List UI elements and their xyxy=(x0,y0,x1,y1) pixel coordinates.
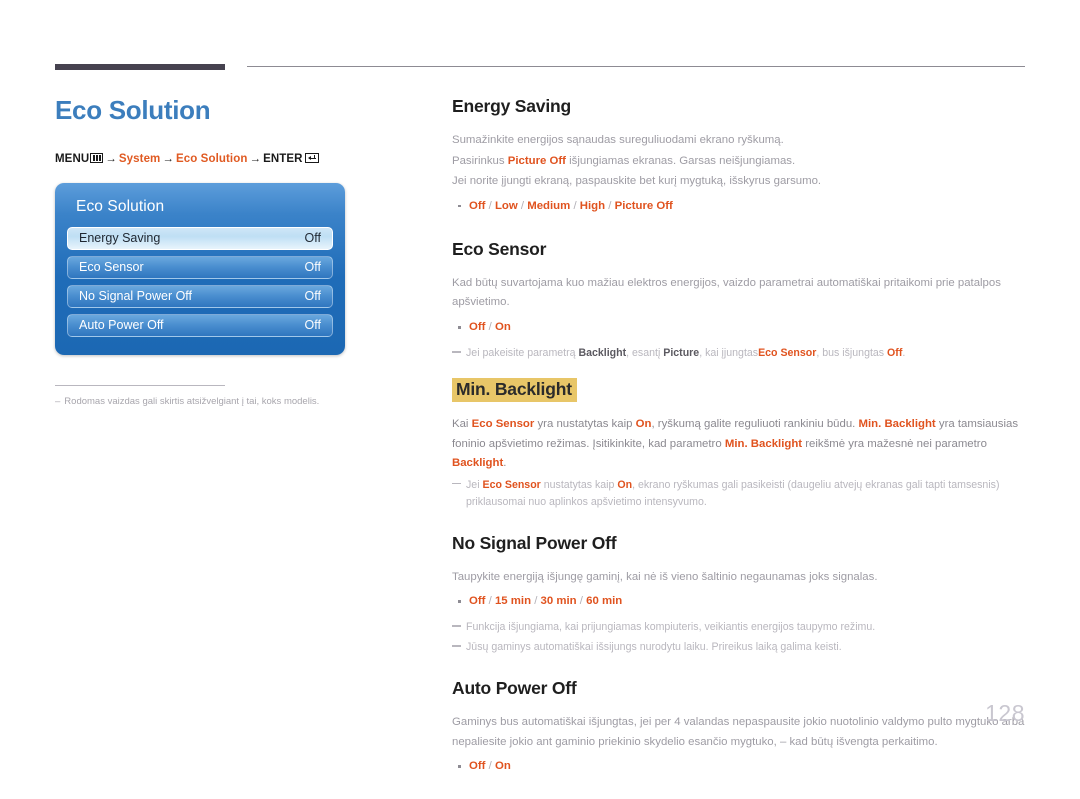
text-run: yra nustatytas kaip xyxy=(534,417,636,430)
text-run: Kai xyxy=(452,417,472,430)
note-eco-sensor-backlight: Jei pakeisite parametrą Backlight, esant… xyxy=(452,345,1028,362)
breadcrumb-arrow-2: → xyxy=(162,152,174,165)
section-heading: Auto Power Off xyxy=(452,678,577,699)
section-heading: Energy Saving xyxy=(452,96,571,116)
section-heading: Eco Sensor xyxy=(452,238,547,259)
option-60-min: 60 min xyxy=(586,595,623,608)
left-footnote: – Rodomas vaizdas gali skirtis atsižvelgi… xyxy=(55,384,400,409)
enter-return-icon xyxy=(304,152,319,163)
section-paragraph: Gaminys bus automatiškai išjungtas, jei … xyxy=(452,716,1025,748)
option-on: On xyxy=(494,760,511,773)
osd-row-energy-saving[interactable]: Energy Saving Off xyxy=(67,226,333,250)
note-min-backlight: Jei Eco Sensor nustatytas kaip On, ekran… xyxy=(452,477,1028,511)
left-column: Eco Solution MENU → System → Eco Solution → EN… xyxy=(55,96,400,408)
page-title: Eco Solution xyxy=(55,95,211,125)
breadcrumb-arrow-3: → xyxy=(249,152,262,165)
keyword-picture: Picture xyxy=(663,346,700,359)
page-number: 128 xyxy=(985,700,1025,726)
osd-row-label: No Signal Power Off xyxy=(79,289,193,304)
keyword-eco-sensor: Eco Sensor xyxy=(471,417,535,430)
section-auto-power-off: Auto Power Off Gaminys bus automatiškai … xyxy=(452,678,1028,777)
section-heading-highlighted: Min. Backlight xyxy=(452,377,577,402)
osd-row-eco-sensor[interactable]: Eco Sensor Off xyxy=(67,255,333,279)
option-picture-off: Picture Off xyxy=(614,199,673,212)
option-30-min: 30 min xyxy=(540,595,577,608)
section-paragraph: Kad būtų suvartojama kuo mažiau elektros… xyxy=(452,276,1001,309)
footnote-text: Rodomas vaizdas gali skirtis atsižvelgia… xyxy=(64,395,320,407)
section-heading: No Signal Power Off xyxy=(452,532,617,553)
section-energy-saving: Energy Saving Sumažinkite energijos sąna… xyxy=(452,96,1028,217)
option-list-energy-saving: Off / Low / Medium / High / Picture Off xyxy=(452,197,1028,217)
breadcrumb-item-system: System xyxy=(118,152,161,165)
note-no-signal-2: Jūsų gaminys automatiškai išsijungs nuro… xyxy=(452,639,1028,656)
option-high: High xyxy=(579,199,606,212)
option-off: Off xyxy=(469,321,486,333)
keyword-eco-sensor: Eco Sensor xyxy=(482,478,541,491)
osd-row-value: Off xyxy=(304,231,321,246)
text-run: , bus išjungtas xyxy=(816,346,888,359)
osd-row-label: Energy Saving xyxy=(79,231,161,246)
osd-menu-title: Eco Solution xyxy=(76,197,165,215)
keyword-min-backlight: Min. Backlight xyxy=(724,437,803,450)
breadcrumb-menu-label: MENU xyxy=(55,152,90,165)
header-rule-thin xyxy=(247,66,1025,67)
footnote-rule xyxy=(55,384,225,386)
text-run: , ryškumą galite reguliuoti rankiniu būd… xyxy=(651,417,859,430)
osd-row-label: Eco Sensor xyxy=(79,260,144,275)
footnote-dash: – xyxy=(55,395,61,407)
text-run: išjungiamas ekranas. Garsas neišjungiama… xyxy=(565,154,796,167)
osd-row-value: Off xyxy=(304,289,321,304)
option-list-no-signal-power-off: Off / 15 min / 30 min / 60 min xyxy=(452,592,1028,612)
keyword-eco-sensor: Eco Sensor xyxy=(758,346,817,359)
keyword-backlight: Backlight xyxy=(578,346,627,359)
section-min-backlight: Min. Backlight Kai Eco Sensor yra nustat… xyxy=(452,377,1028,511)
option-off: Off xyxy=(469,199,486,212)
text-run: Jei xyxy=(466,478,483,491)
right-column: Energy Saving Sumažinkite energijos sąna… xyxy=(452,96,1028,799)
section-paragraph: Taupykite energiją išjungę gaminį, kai n… xyxy=(452,570,878,583)
keyword-on: On xyxy=(617,478,633,491)
option-medium: Medium xyxy=(527,199,571,212)
text-run: . xyxy=(902,346,906,359)
osd-row-auto-power-off[interactable]: Auto Power Off Off xyxy=(67,313,333,337)
breadcrumb-enter-label: ENTER xyxy=(263,152,303,165)
section-no-signal-power-off: No Signal Power Off Taupykite energiją i… xyxy=(452,533,1028,656)
keyword-min-backlight: Min. Backlight xyxy=(858,417,936,430)
section-paragraph: Pasirinkus Picture Off išjungiamas ekran… xyxy=(452,152,1028,172)
option-off: Off xyxy=(469,760,486,773)
osd-row-value: Off xyxy=(304,318,321,333)
osd-menu-panel: Eco Solution Energy Saving Off Eco Senso… xyxy=(55,182,345,355)
section-paragraph: Sumažinkite energijos sąnaudas sureguliu… xyxy=(452,134,784,146)
osd-row-value: Off xyxy=(304,260,321,275)
option-off: Off xyxy=(469,595,486,608)
keyword-on: On xyxy=(635,417,652,430)
osd-row-label: Auto Power Off xyxy=(79,318,164,333)
section-paragraph: Kai Eco Sensor yra nustatytas kaip On, r… xyxy=(452,415,1028,474)
keyword-off: Off xyxy=(887,346,903,359)
text-run: . xyxy=(503,457,507,470)
option-low: Low xyxy=(494,199,518,212)
text-run: reikšmė yra mažesnė nei parametro xyxy=(802,437,987,450)
option-on: On xyxy=(494,321,511,333)
text-run: , kai įjungtas xyxy=(699,346,759,359)
note-no-signal-1: Funkcija išjungiama, kai prijungiamas ko… xyxy=(452,619,1028,636)
keyword-picture-off: Picture Off xyxy=(507,154,566,167)
option-list-eco-sensor: Off / On xyxy=(452,318,1028,338)
header-rule-thick xyxy=(55,64,225,70)
text-run: Pasirinkus xyxy=(452,154,508,167)
breadcrumb: MENU → System → Eco Solution → ENTER xyxy=(55,152,400,165)
menu-bars-icon xyxy=(90,152,104,163)
text-run: , esantį xyxy=(626,346,664,359)
option-15-min: 15 min xyxy=(494,595,532,608)
option-list-auto-power-off: Off / On xyxy=(452,757,1028,777)
text-run: Jei pakeisite parametrą xyxy=(466,346,579,359)
osd-row-no-signal-power-off[interactable]: No Signal Power Off Off xyxy=(67,284,333,308)
section-paragraph: Jei norite įjungti ekraną, paspauskite b… xyxy=(452,175,822,188)
section-eco-sensor: Eco Sensor Kad būtų suvartojama kuo maži… xyxy=(452,239,1028,362)
text-run: nustatytas kaip xyxy=(540,478,618,491)
keyword-backlight: Backlight xyxy=(452,457,504,470)
breadcrumb-item-eco-solution: Eco Solution xyxy=(176,152,248,165)
breadcrumb-arrow-1: → xyxy=(105,152,117,165)
